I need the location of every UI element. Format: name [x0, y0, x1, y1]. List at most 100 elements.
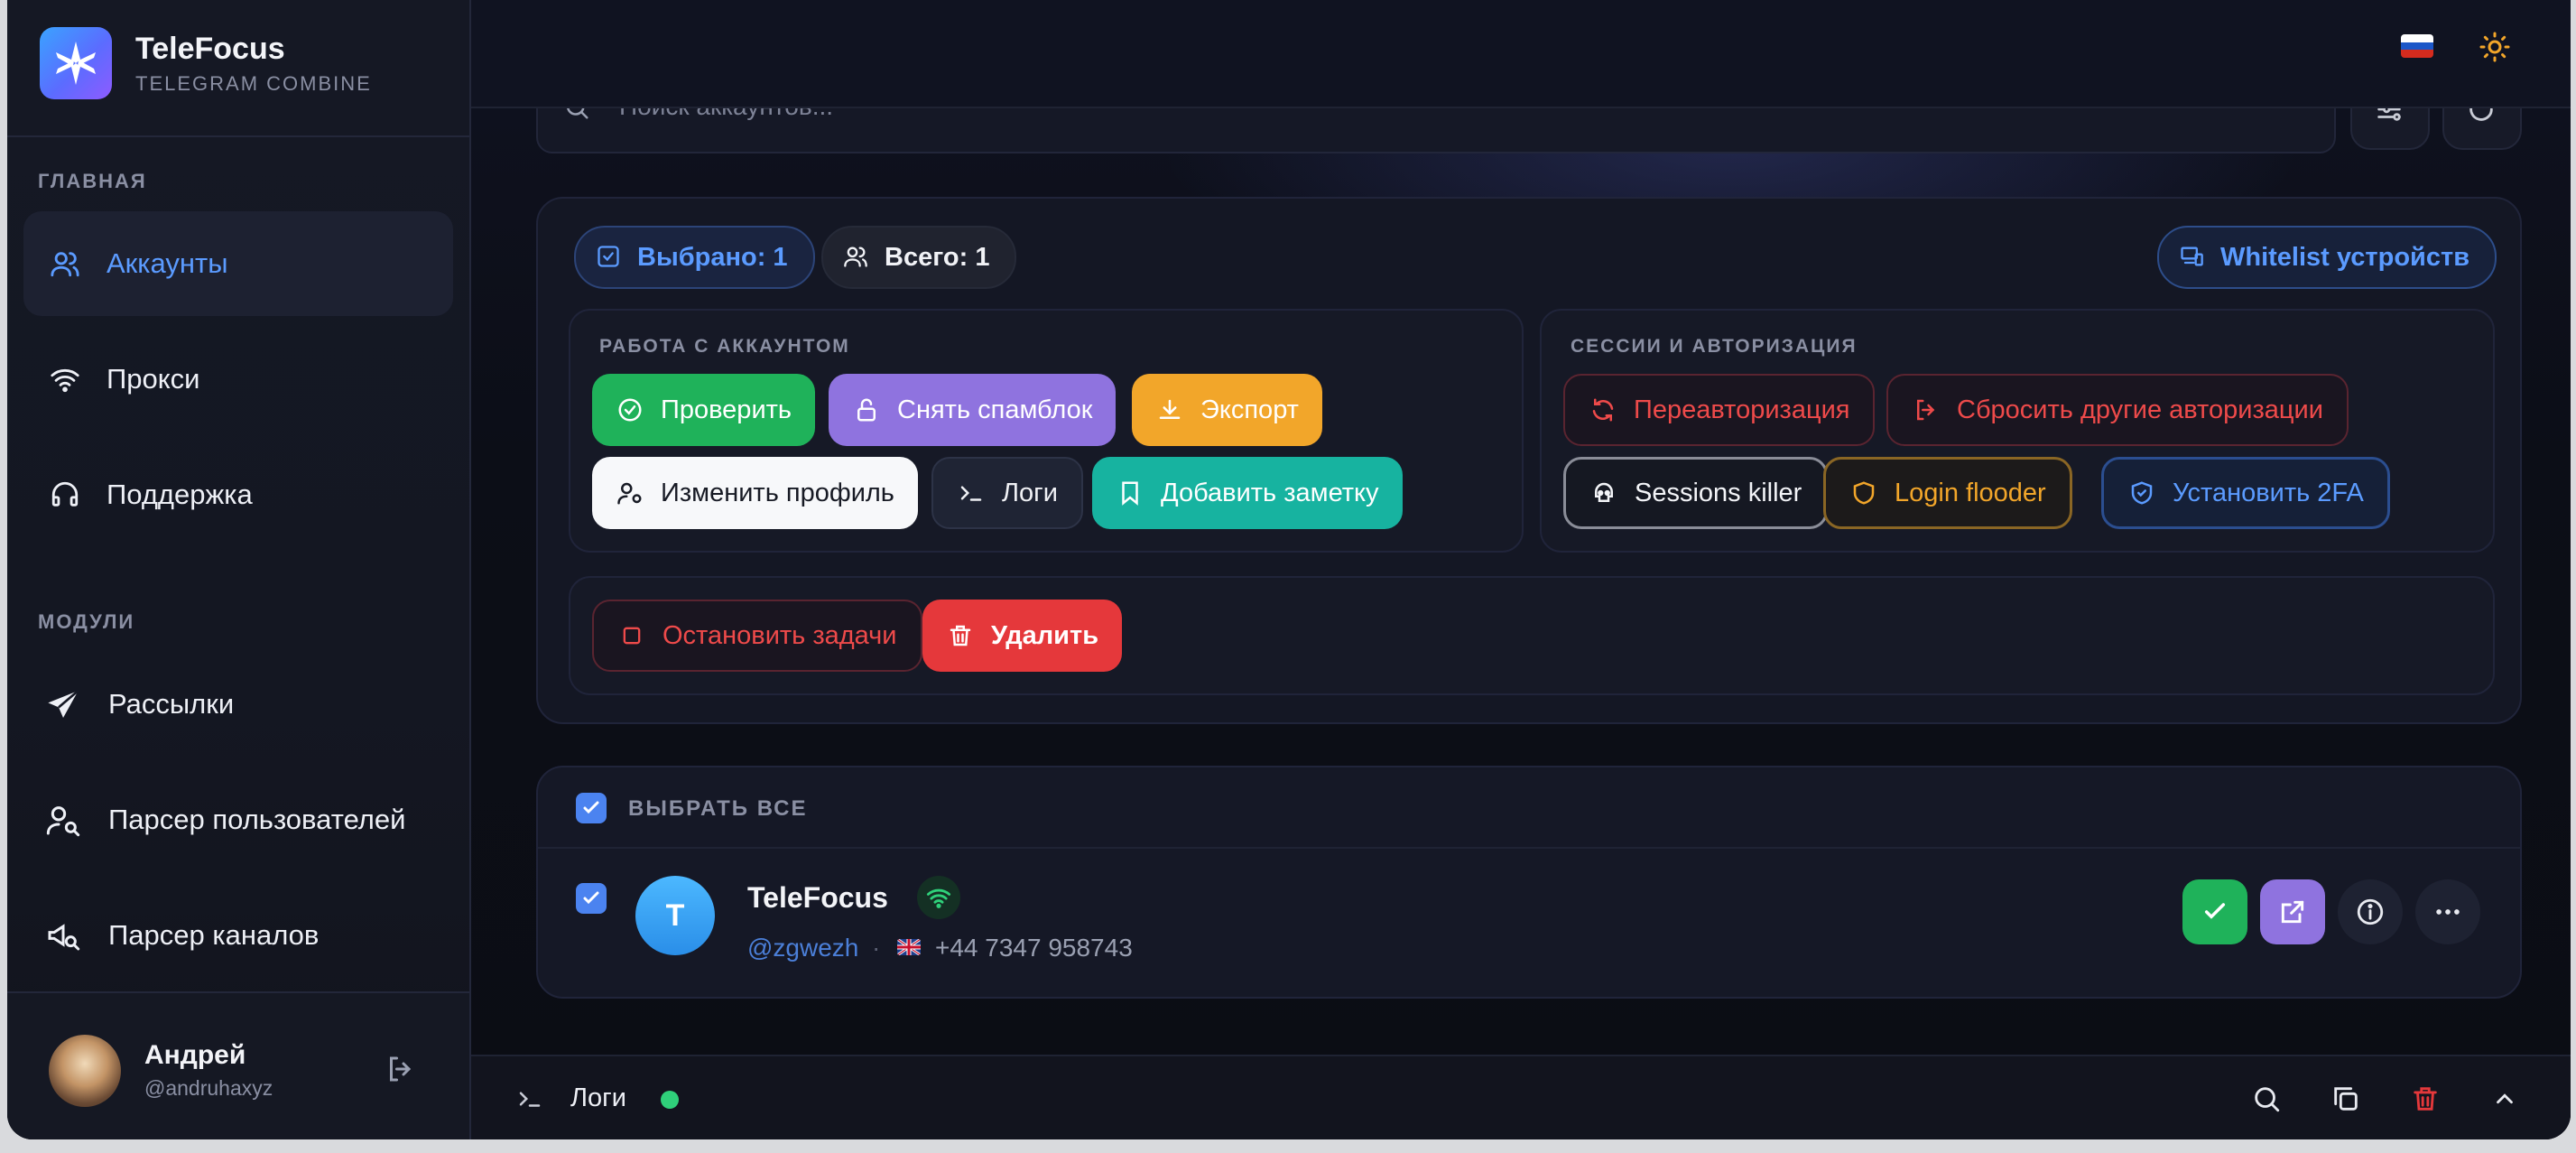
select-all-checkbox[interactable]: [576, 793, 607, 823]
users-icon: [843, 244, 870, 271]
edit-profile-button[interactable]: Изменить профиль: [592, 457, 918, 529]
external-link-icon: [2281, 900, 2304, 924]
log-bar-label: Логи: [570, 1083, 626, 1112]
sidebar-item-channel-parser[interactable]: Парсер каналов: [23, 883, 453, 988]
set-2fa-label: Установить 2FA: [2173, 478, 2364, 507]
total-count-label: Всего: 1: [885, 242, 990, 272]
sidebar: TeleFocus TELEGRAM COMBINE ГЛАВНАЯ Аккау…: [7, 0, 471, 1139]
sidebar-item-accounts[interactable]: Аккаунты: [23, 211, 453, 316]
row-info-button[interactable]: [2338, 879, 2403, 944]
export-button[interactable]: Экспорт: [1132, 374, 1322, 446]
shield-icon: [1849, 479, 1878, 507]
language-flag-icon[interactable]: [2401, 34, 2433, 58]
list-header: ВЫБРАТЬ ВСЕ: [538, 767, 2520, 849]
log-search-button[interactable]: [2249, 1082, 2284, 1116]
sidebar-item-proxy[interactable]: Прокси: [23, 327, 453, 432]
stop-tasks-label: Остановить задачи: [663, 620, 897, 650]
row-checkbox[interactable]: [576, 883, 607, 914]
remove-spamblock-button[interactable]: Снять спамблок: [829, 374, 1117, 446]
app-subtitle: TELEGRAM COMBINE: [135, 71, 372, 95]
sidebar-item-label: Парсер пользователей: [108, 804, 406, 835]
check-button[interactable]: Проверить: [592, 374, 816, 446]
delete-button[interactable]: Удалить: [922, 600, 1123, 672]
top-bar: [471, 0, 2571, 108]
check-icon: [2204, 903, 2226, 919]
account-name: TeleFocus: [747, 881, 888, 914]
sidebar-item-label: Парсер каналов: [108, 919, 320, 951]
account-handle[interactable]: @zgwezh: [747, 934, 858, 962]
proxy-status-icon: [917, 876, 960, 919]
row-open-button[interactable]: [2260, 879, 2325, 944]
avatar[interactable]: [49, 1035, 121, 1107]
unlock-icon: [852, 395, 881, 424]
search-icon: [2255, 1087, 2280, 1112]
sidebar-divider: [7, 135, 469, 137]
logout-icon[interactable]: [385, 1053, 421, 1089]
log-expand-button[interactable]: [2488, 1082, 2522, 1116]
log-copy-button[interactable]: [2329, 1082, 2363, 1116]
uk-flag-icon: [897, 939, 921, 955]
sidebar-item-label: Поддержка: [107, 479, 253, 510]
chevron-up-icon: [2497, 1093, 2513, 1104]
terminal-icon: [516, 1085, 543, 1112]
account-avatar: T: [635, 876, 715, 955]
selected-count-badge: Выбрано: 1: [574, 226, 815, 289]
app-name: TeleFocus: [135, 31, 285, 66]
more-icon: [2436, 909, 2460, 915]
trash-icon: [2414, 1087, 2437, 1111]
users-icon: [47, 246, 83, 282]
sessions-killer-button[interactable]: Sessions killer: [1563, 457, 1829, 529]
sidebar-item-support[interactable]: Поддержка: [23, 442, 453, 547]
reauth-label: Переавторизация: [1634, 395, 1850, 424]
account-phone: +44 7347 958743: [935, 934, 1133, 962]
app-window: TeleFocus TELEGRAM COMBINE ГЛАВНАЯ Аккау…: [7, 0, 2571, 1139]
checkbox-icon: [596, 244, 623, 271]
user-panel: Андрей @andruhaxyz: [7, 991, 469, 1139]
logs-button[interactable]: Логи: [931, 457, 1083, 529]
logo-icon: [40, 27, 112, 99]
edit-profile-label: Изменить профиль: [661, 478, 894, 507]
sidebar-item-mailings[interactable]: Рассылки: [23, 652, 453, 757]
login-flooder-label: Login flooder: [1895, 478, 2046, 507]
info-icon: [2357, 898, 2384, 925]
unspam-label: Снять спамблок: [897, 395, 1093, 424]
delete-label: Удалить: [991, 620, 1099, 650]
add-note-label: Добавить заметку: [1161, 478, 1379, 507]
section-main-heading: ГЛАВНАЯ: [38, 170, 147, 192]
actions-panel: Выбрано: 1 Всего: 1 Whitelist устройств …: [536, 197, 2522, 724]
danger-card: Остановить задачи Удалить: [569, 576, 2495, 695]
row-more-button[interactable]: [2415, 879, 2480, 944]
megaphone-search-icon: [45, 917, 81, 953]
sidebar-item-label: Аккаунты: [107, 247, 228, 279]
account-actions-card: РАБОТА С АККАУНТОМ Проверить Снять спамб…: [569, 309, 1524, 553]
reset-auth-label: Сбросить другие авторизации: [1957, 395, 2323, 424]
user-name: Андрей: [144, 1040, 246, 1070]
wifi-icon: [47, 361, 83, 397]
log-clear-button[interactable]: [2408, 1082, 2442, 1116]
reset-auth-button[interactable]: Сбросить другие авторизации: [1886, 374, 2349, 446]
export-label: Экспорт: [1200, 395, 1299, 424]
add-note-button[interactable]: Добавить заметку: [1092, 457, 1403, 529]
stop-tasks-button[interactable]: Остановить задачи: [592, 600, 922, 672]
separator: ·: [872, 934, 881, 962]
total-count-badge: Всего: 1: [821, 226, 1017, 289]
sessions-card: СЕССИИ И АВТОРИЗАЦИЯ Переавторизация Сбр…: [1540, 309, 2495, 553]
sidebar-item-user-parser[interactable]: Парсер пользователей: [23, 767, 453, 872]
section-modules-heading: МОДУЛИ: [38, 610, 135, 633]
sessions-killer-label: Sessions killer: [1635, 478, 1802, 507]
terminal-icon: [957, 479, 986, 507]
account-section-title: РАБОТА С АККАУНТОМ: [599, 336, 850, 357]
sun-icon[interactable]: [2479, 31, 2511, 63]
row-check-button[interactable]: [2182, 879, 2247, 944]
set-2fa-button[interactable]: Установить 2FA: [2101, 457, 2390, 529]
reauth-button[interactable]: Переавторизация: [1563, 374, 1876, 446]
sessions-section-title: СЕССИИ И АВТОРИЗАЦИЯ: [1571, 336, 1858, 357]
user-search-icon: [45, 802, 81, 838]
check-icon: [583, 891, 599, 905]
brand[interactable]: TeleFocus TELEGRAM COMBINE: [40, 27, 372, 99]
login-flooder-button[interactable]: Login flooder: [1823, 457, 2072, 529]
send-icon: [45, 686, 81, 722]
whitelist-devices-button[interactable]: Whitelist устройств: [2157, 226, 2497, 289]
log-bar[interactable]: Логи: [471, 1055, 2571, 1139]
sidebar-item-label: Рассылки: [108, 688, 235, 720]
